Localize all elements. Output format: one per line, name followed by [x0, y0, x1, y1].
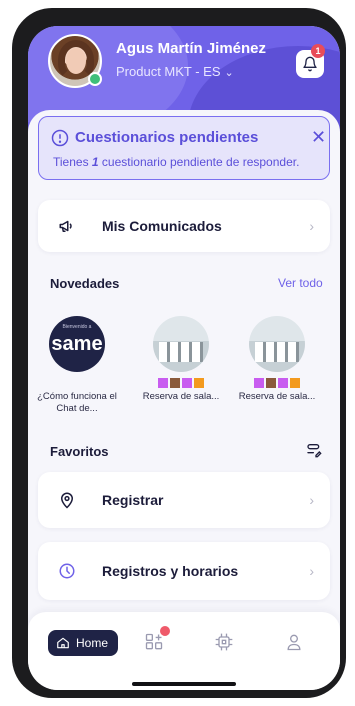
ver-todo-link[interactable]: Ver todo — [278, 276, 323, 290]
swatch — [170, 378, 180, 388]
pending-questionnaires-alert[interactable]: Cuestionarios pendientes ✕ Tienes 1 cues… — [38, 116, 330, 180]
bottom-navigation: Home — [28, 612, 340, 690]
avatar-face — [66, 48, 86, 74]
user-profile-icon[interactable] — [284, 632, 304, 652]
swatch — [290, 378, 300, 388]
brand-logo: same — [51, 333, 103, 355]
chevron-right-icon: › — [309, 218, 314, 234]
megaphone-icon — [59, 220, 72, 232]
swatch — [182, 378, 192, 388]
color-swatches — [136, 378, 226, 388]
home-indicator — [132, 682, 236, 686]
apps-notification-dot — [160, 626, 170, 636]
registrar-card[interactable]: Registrar › — [38, 472, 330, 528]
nav-home-tab[interactable]: Home — [48, 630, 118, 656]
news-thumbnail: Bienvenido a same — [49, 316, 105, 372]
registrar-label: Registrar — [102, 492, 164, 508]
alert-message: Tienes 1 cuestionario pendiente de respo… — [53, 155, 299, 169]
swatch — [194, 378, 204, 388]
chevron-down-icon: ⌄ — [224, 67, 234, 79]
news-label: Reserva de sala... — [238, 391, 316, 402]
home-icon — [57, 637, 69, 649]
edit-favorites-icon[interactable] — [306, 442, 322, 458]
alert-count: 1 — [91, 155, 99, 169]
location-pin-icon — [60, 492, 74, 509]
app-screen: Agus Martín Jiménez Product MKT - ES ⌄ 1 … — [28, 26, 340, 690]
mis-comunicados-label: Mis Comunicados — [102, 218, 222, 234]
chevron-right-icon: › — [309, 563, 314, 579]
alert-title: Cuestionarios pendientes — [75, 129, 259, 146]
close-icon[interactable]: ✕ — [311, 127, 326, 148]
news-label: ¿Cómo funciona el Chat de... — [37, 391, 117, 414]
news-item[interactable]: Bienvenido a same ¿Cómo funciona el Chat… — [32, 316, 122, 415]
favoritos-title: Favoritos — [50, 444, 109, 459]
alert-text-suffix: cuestionario pendiente de responder. — [98, 155, 300, 169]
swatch — [158, 378, 168, 388]
chip-icon[interactable] — [214, 632, 234, 652]
news-thumbnail — [153, 316, 209, 372]
info-icon — [51, 129, 69, 147]
news-thumbnail — [249, 316, 305, 372]
classroom-image — [159, 342, 203, 362]
swatch — [278, 378, 288, 388]
news-thumbnail-caption: Bienvenido a — [62, 324, 92, 330]
news-label: Reserva de sala... — [142, 391, 220, 402]
registros-horarios-card[interactable]: Registros y horarios › — [38, 542, 330, 600]
registros-horarios-label: Registros y horarios — [102, 563, 239, 579]
notification-badge: 1 — [311, 44, 325, 58]
alert-text-prefix: Tienes — [53, 155, 92, 169]
mis-comunicados-card[interactable]: Mis Comunicados › — [38, 200, 330, 252]
role-selector[interactable]: Product MKT - ES ⌄ — [116, 64, 234, 79]
user-name: Agus Martín Jiménez — [116, 40, 267, 57]
news-item[interactable]: Reserva de sala... — [232, 316, 322, 403]
classroom-image — [255, 342, 299, 362]
chevron-right-icon: › — [309, 492, 314, 508]
novedades-title: Novedades — [50, 276, 120, 291]
color-swatches — [232, 378, 322, 388]
swatch — [254, 378, 264, 388]
bell-icon — [303, 56, 317, 72]
clock-icon — [59, 563, 75, 579]
news-item[interactable]: Reserva de sala... — [136, 316, 226, 403]
nav-home-label: Home — [76, 636, 109, 650]
online-status-dot — [88, 72, 102, 86]
user-role-label: Product MKT - ES — [116, 64, 221, 79]
swatch — [266, 378, 276, 388]
